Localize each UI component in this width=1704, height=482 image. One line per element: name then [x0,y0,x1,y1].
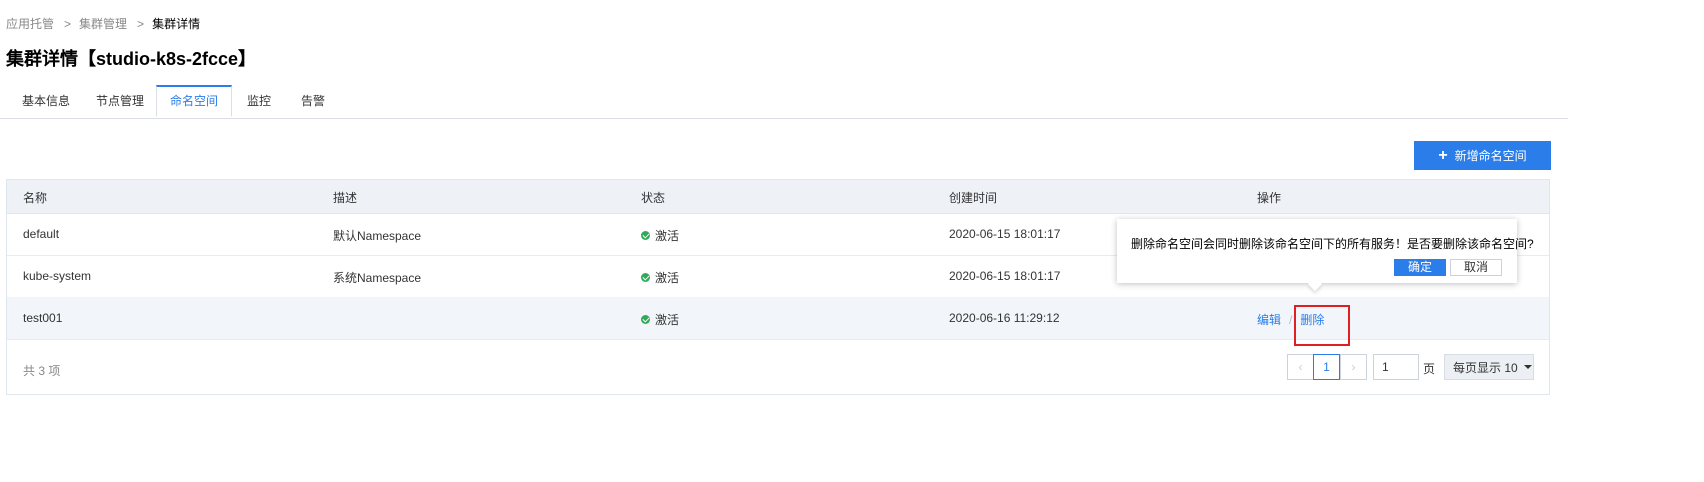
cell-description: 系统Namespace [333,271,422,285]
cell-created-time: 2020-06-15 18:01:17 [949,227,1061,241]
pager-page-1[interactable]: 1 [1313,354,1340,380]
status-text: 激活 [655,313,680,327]
status-cell: 激活 [641,311,679,328]
tab-monitoring[interactable]: 监控 [247,86,271,117]
pager-next-button[interactable]: › [1340,354,1367,380]
page-size-label: 每页显示 10 [1453,360,1518,375]
status-text: 激活 [655,229,680,243]
cell-name: test001 [23,311,63,325]
tab-alerts[interactable]: 告警 [301,86,325,117]
breadcrumb: 应用托管 > 集群管理 > 集群详情 [6,15,200,32]
caret-down-icon [1523,365,1532,369]
confirm-ok-button[interactable]: 确定 [1394,259,1446,276]
pager-prev-button[interactable]: ‹ [1287,354,1314,380]
plus-icon: + [1438,146,1448,164]
column-header-status: 状态 [641,191,666,205]
confirm-cancel-button[interactable]: 取消 [1450,259,1502,276]
highlight-annotation-box [1294,305,1350,346]
status-text: 激活 [655,271,680,285]
total-count: 共 3 项 [23,364,61,378]
action-separator: / [1289,313,1293,327]
cell-name: default [23,227,60,241]
breadcrumb-item-app-hosting[interactable]: 应用托管 [6,15,54,32]
breadcrumb-separator: > [64,17,72,31]
cell-description: 默认Namespace [333,229,422,243]
delete-confirm-popover: 删除命名空间会同时删除该命名空间下的所有服务！是否要删除该命名空间? 确定 取消 [1117,219,1534,292]
column-header-created: 创建时间 [949,191,998,205]
breadcrumb-item-cluster-detail: 集群详情 [152,17,201,31]
page-size-select[interactable]: 每页显示 10 [1444,354,1534,380]
status-cell: 激活 [641,269,679,286]
edit-link[interactable]: 编辑 [1257,313,1281,327]
add-namespace-label: 新增命名空间 [1454,149,1527,163]
page-unit-label: 页 [1423,362,1436,376]
page-jump-input[interactable] [1373,354,1419,380]
tab-namespaces[interactable]: 命名空间 [156,85,232,117]
tab-bar: 基本信息 节点管理 命名空间 监控 告警 [0,85,1568,119]
add-namespace-button[interactable]: + 新增命名空间 [1414,141,1551,170]
confirm-message: 删除命名空间会同时删除该命名空间下的所有服务！是否要删除该命名空间? [1131,237,1534,251]
tab-basic-info[interactable]: 基本信息 [22,86,70,117]
table-header: 名称 描述 状态 创建时间 操作 [7,180,1549,214]
cell-name: kube-system [23,269,92,283]
page-title: 集群详情【studio-k8s-2fcce】 [6,49,257,69]
column-header-actions: 操作 [1257,191,1282,205]
status-cell: 激活 [641,227,679,244]
check-circle-icon [641,315,650,324]
cell-created-time: 2020-06-16 11:29:12 [949,311,1060,325]
check-circle-icon [641,231,650,240]
column-header-name: 名称 [23,191,48,205]
tab-node-management[interactable]: 节点管理 [96,86,144,117]
column-header-description: 描述 [333,191,358,205]
breadcrumb-item-cluster-management[interactable]: 集群管理 [79,15,127,32]
breadcrumb-separator: > [137,17,145,31]
cell-created-time: 2020-06-15 18:01:17 [949,269,1061,283]
check-circle-icon [641,273,650,282]
